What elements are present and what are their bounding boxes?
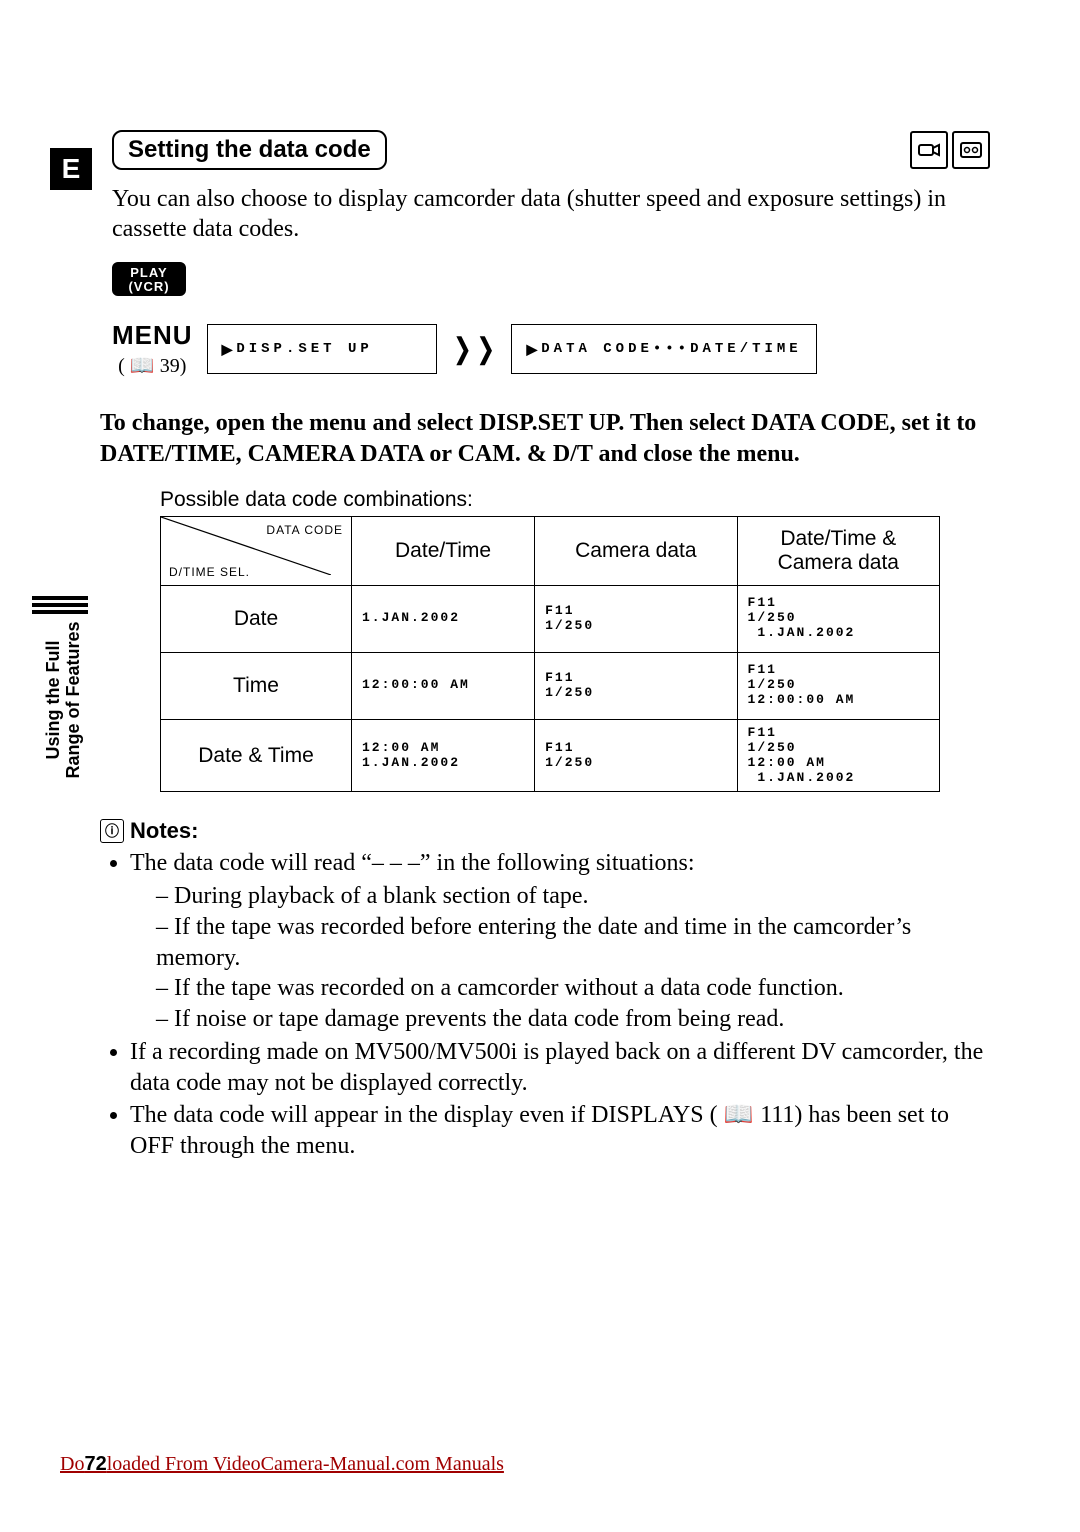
cell-value: F11 1/250 bbox=[545, 741, 726, 771]
play-badge-line2: (VCR) bbox=[114, 280, 184, 294]
cell-value: F11 1/250 bbox=[545, 604, 726, 634]
table-row: Date & Time 12:00 AM 1.JAN.2002 F11 1/25… bbox=[161, 719, 940, 792]
instruction-text: To change, open the menu and select DISP… bbox=[100, 408, 990, 469]
note-sub-item: If the tape was recorded before entering… bbox=[156, 912, 990, 973]
menu-right-text: DATA CODE•••DATE/TIME bbox=[541, 341, 801, 357]
note-sub-item: If the tape was recorded on a camcorder … bbox=[156, 973, 990, 1004]
menu-path-left: ▶ DISP.SET UP bbox=[207, 324, 437, 374]
col-header: Date/Time bbox=[352, 516, 535, 585]
menu-left-text: DISP.SET UP bbox=[236, 341, 372, 357]
note-item: If a recording made on MV500/MV500i is p… bbox=[130, 1037, 990, 1098]
note-item: The data code will read “– – –” in the f… bbox=[130, 850, 695, 876]
table-corner-cell: DATA CODE D/TIME SEL. bbox=[161, 516, 352, 585]
cell-value: 1.JAN.2002 bbox=[362, 611, 524, 626]
corner-top-label: DATA CODE bbox=[266, 523, 343, 537]
mode-icons bbox=[910, 131, 990, 169]
note-item: The data code will appear in the display… bbox=[130, 1100, 990, 1161]
row-header: Time bbox=[161, 652, 352, 719]
cell-value: F11 1/250 12:00 AM 1.JAN.2002 bbox=[748, 726, 929, 786]
table-row: Date 1.JAN.2002 F11 1/250 F11 1/250 1.JA… bbox=[161, 585, 940, 652]
cell-value: F11 1/250 12:00:00 AM bbox=[748, 663, 929, 708]
menu-path-right: ▶ DATA CODE•••DATE/TIME bbox=[511, 324, 816, 374]
intro-text: You can also choose to display camcorder… bbox=[112, 184, 990, 244]
cell-value: 12:00:00 AM bbox=[362, 678, 524, 693]
data-code-table: DATA CODE D/TIME SEL. Date/Time Camera d… bbox=[160, 516, 940, 793]
triangle-icon: ▶ bbox=[526, 341, 537, 358]
section-side-label: Using the Full Range of Features bbox=[44, 600, 84, 800]
note-sub-item: During playback of a blank section of ta… bbox=[156, 881, 990, 912]
page-ref: 111 bbox=[760, 1102, 794, 1128]
cell-value: F11 1/250 1.JAN.2002 bbox=[748, 596, 929, 641]
play-vcr-badge: PLAY (VCR) bbox=[112, 262, 186, 296]
arrow-icon: ❭❭ bbox=[451, 332, 498, 366]
menu-page-ref: ( 📖 39) bbox=[112, 353, 193, 378]
language-tab: E bbox=[50, 148, 92, 190]
cassette-icon bbox=[952, 131, 990, 169]
triangle-icon: ▶ bbox=[222, 341, 233, 358]
table-caption: Possible data code combinations: bbox=[160, 488, 990, 512]
col-header: Date/Time & Camera data bbox=[737, 516, 939, 585]
cell-value: F11 1/250 bbox=[545, 671, 726, 701]
table-row: Time 12:00:00 AM F11 1/250 F11 1/250 12:… bbox=[161, 652, 940, 719]
notes-icon: ⓘ bbox=[100, 819, 124, 843]
notes-list: The data code will read “– – –” in the f… bbox=[100, 848, 990, 1161]
play-badge-line1: PLAY bbox=[114, 266, 184, 280]
cell-value: 12:00 AM 1.JAN.2002 bbox=[362, 741, 524, 771]
note-text: The data code will appear in the display… bbox=[130, 1102, 724, 1128]
camera-icon bbox=[910, 131, 948, 169]
book-icon: 📖 bbox=[724, 1101, 761, 1128]
row-header: Date bbox=[161, 585, 352, 652]
page-footer: Do72loaded From VideoCamera-Manual.com M… bbox=[60, 1453, 504, 1476]
row-header: Date & Time bbox=[161, 719, 352, 792]
section-heading: Setting the data code bbox=[112, 130, 387, 170]
download-source-text: Do72loaded From VideoCamera-Manual.com M… bbox=[60, 1453, 504, 1475]
corner-bottom-label: D/TIME SEL. bbox=[169, 565, 250, 579]
notes-heading: Notes: bbox=[130, 818, 198, 844]
page-number: 72 bbox=[84, 1453, 106, 1475]
col-header: Camera data bbox=[535, 516, 737, 585]
menu-label: MENU bbox=[112, 320, 193, 351]
note-sub-item: If noise or tape damage prevents the dat… bbox=[156, 1004, 990, 1035]
